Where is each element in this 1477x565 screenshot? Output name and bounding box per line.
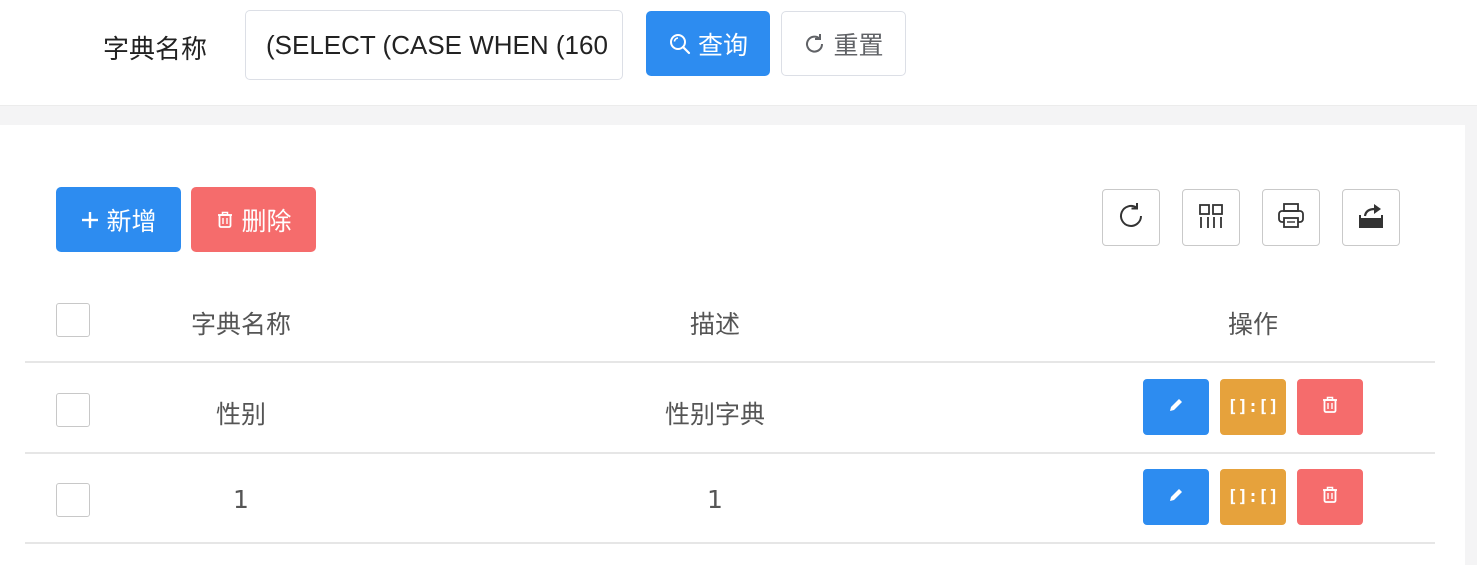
edit-icon [1166,395,1186,419]
refresh-table-button[interactable] [1102,189,1160,246]
print-button[interactable] [1262,189,1320,246]
search-icon [668,32,692,56]
trash-icon [1320,395,1340,419]
reset-button-label: 重置 [833,30,884,60]
reset-button[interactable]: 重置 [781,11,906,76]
columns-toggle-button[interactable] [1182,189,1240,246]
query-button[interactable]: 查询 [646,11,770,76]
search-label: 字典名称 [103,35,208,65]
delete-button[interactable]: 删除 [191,187,316,252]
row-checkbox[interactable] [56,393,90,427]
column-header-actions: 操作 [1227,310,1279,339]
row-description: 性别字典 [664,400,766,429]
print-icon [1276,201,1306,235]
add-button-label: 新增 [106,206,157,236]
row-delete-button[interactable] [1297,379,1363,435]
dict-data-icon: []:[] [1227,487,1279,507]
row-dict-name: 1 [233,485,249,514]
edit-button[interactable] [1143,469,1209,525]
column-header-desc: 描述 [689,310,741,339]
add-button[interactable]: 新增 [56,187,181,252]
edit-icon [1166,485,1186,509]
refresh-icon [803,32,827,56]
refresh-icon [1116,201,1146,235]
search-panel: 字典名称 (SELECT (CASE WHEN (160 查询 重置 [0,0,1477,106]
column-header-name: 字典名称 [190,310,292,339]
row-description: 1 [707,485,723,514]
export-icon [1356,201,1386,235]
dict-name-search-input[interactable]: (SELECT (CASE WHEN (160 [245,10,623,80]
table-divider [25,542,1435,544]
delete-button-label: 删除 [241,206,292,236]
trash-icon [1320,485,1340,509]
export-button[interactable] [1342,189,1400,246]
row-dict-name: 性别 [215,400,267,429]
table-divider [25,361,1435,363]
select-all-checkbox[interactable] [56,303,90,337]
columns-icon [1197,202,1225,234]
dict-data-button[interactable]: []:[] [1220,469,1286,525]
table-divider [25,452,1435,454]
edit-button[interactable] [1143,379,1209,435]
row-checkbox[interactable] [56,483,90,517]
trash-icon [215,210,235,230]
dict-data-icon: []:[] [1227,397,1279,417]
dict-data-button[interactable]: []:[] [1220,379,1286,435]
query-button-label: 查询 [697,30,748,60]
row-delete-button[interactable] [1297,469,1363,525]
plus-icon [80,210,100,230]
